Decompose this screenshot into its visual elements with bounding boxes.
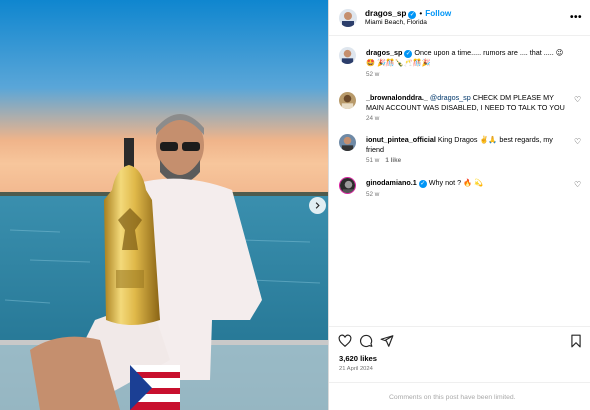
- post-side-panel: dragos_sp ✓ • Follow Miami Beach, Florida •…: [328, 0, 590, 410]
- avatar[interactable]: [339, 47, 356, 64]
- avatar[interactable]: [339, 177, 356, 194]
- comment-heart-icon[interactable]: ♡: [574, 180, 581, 189]
- post-photo[interactable]: [0, 0, 328, 410]
- comments-footer: Comments on this post have been limited.: [329, 382, 590, 410]
- comment-text: Why not ? 🔥 💫: [428, 178, 483, 187]
- caption-body: dragos_sp ✓ Once upon a time..... rumors …: [366, 48, 566, 68]
- verified-badge-icon: ✓: [404, 50, 413, 58]
- post-header: dragos_sp ✓ • Follow Miami Beach, Florida •…: [329, 0, 590, 36]
- comment-meta: 24 w: [366, 115, 379, 122]
- comment-likes[interactable]: 1 like: [385, 157, 401, 164]
- comment-heart-icon[interactable]: ♡: [574, 95, 581, 104]
- comments-limited-notice: Comments on this post have been limited.: [389, 394, 516, 401]
- comment-time: 51 w: [366, 157, 380, 164]
- share-icon[interactable]: [380, 334, 394, 348]
- follow-button[interactable]: Follow: [425, 9, 451, 18]
- more-options-icon[interactable]: •••: [570, 12, 582, 23]
- comment-body: ginodamiano.1 ✓ Why not ? 🔥 💫: [366, 178, 566, 188]
- comment-username[interactable]: ionut_pintea_official: [366, 135, 436, 144]
- comment-heart-icon[interactable]: ♡: [574, 137, 581, 146]
- bookmark-icon[interactable]: [569, 334, 583, 348]
- post-actions: [329, 326, 590, 350]
- comment-body: ionut_pintea_official King Dragos ✌️🙏 be…: [366, 135, 566, 155]
- post-location[interactable]: Miami Beach, Florida: [365, 19, 427, 26]
- next-photo-button[interactable]: [309, 197, 326, 214]
- comment-time: 52 w: [366, 191, 380, 198]
- heart-icon[interactable]: [338, 334, 352, 348]
- avatar[interactable]: [339, 134, 356, 151]
- comment-username[interactable]: _brownalonddra._: [366, 93, 428, 102]
- avatar[interactable]: [339, 9, 357, 27]
- comment-username[interactable]: ginodamiano.1: [366, 178, 417, 187]
- likes-count[interactable]: 3,620 likes: [339, 354, 377, 363]
- avatar[interactable]: [339, 92, 356, 109]
- post-username-row: dragos_sp ✓ • Follow: [365, 9, 451, 19]
- verified-badge-icon: ✓: [418, 180, 427, 188]
- post-date: 21 April 2024: [339, 366, 373, 372]
- chevron-right-icon: [315, 202, 320, 209]
- comment-body: _brownalonddra._ @dragos_sp CHECK DM PLE…: [366, 93, 566, 113]
- post-username[interactable]: dragos_sp: [365, 9, 406, 18]
- comment-meta: 51 w 1 like: [366, 157, 401, 164]
- caption-time: 52 w: [366, 71, 380, 78]
- verified-badge-icon: ✓: [408, 11, 417, 19]
- comment-icon[interactable]: [359, 334, 373, 348]
- caption-meta: 52 w: [366, 71, 379, 78]
- separator: •: [419, 9, 423, 18]
- comment-mention[interactable]: @dragos_sp: [430, 93, 471, 102]
- post-image: [0, 0, 328, 410]
- comment-time: 24 w: [366, 115, 380, 122]
- comment-meta: 52 w: [366, 191, 379, 198]
- caption-username[interactable]: dragos_sp: [366, 48, 402, 57]
